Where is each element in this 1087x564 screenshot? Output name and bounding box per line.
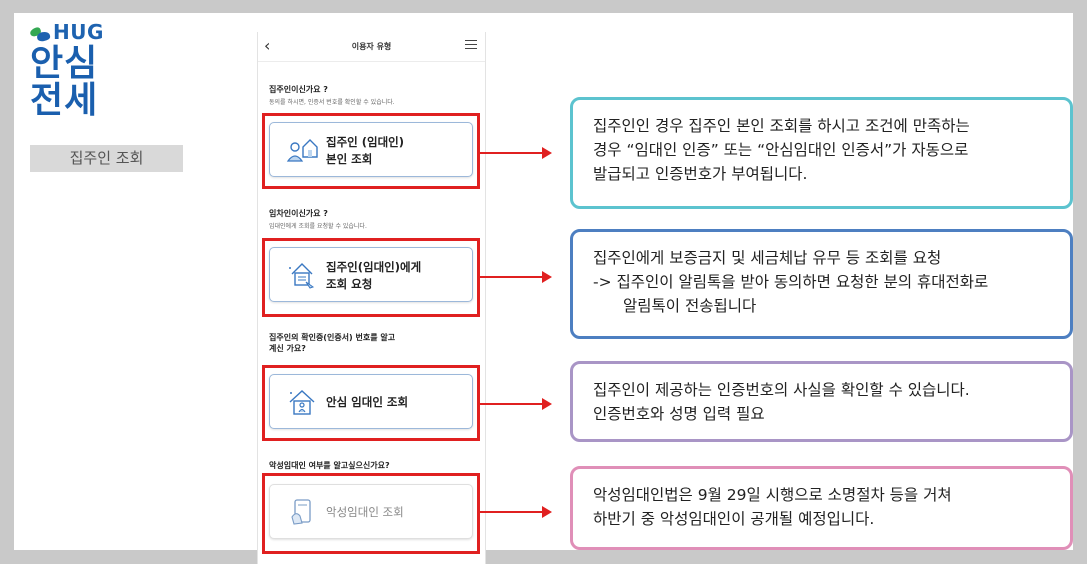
section-certificate: 집주인의 확인증(인증서) 번호를 알고 계신 가요? [269,332,479,354]
note-line: 경우 “임대인 인증” 또는 “안심임대인 인증서”가 자동으로 [593,141,969,159]
note-landlord-self-check: 집주인인 경우 집주인 본인 조회를 하시고 조건에 만족하는 경우 “임대인 … [570,97,1073,209]
section-question: 집주인이신가요 ? [269,85,328,94]
section-malicious-landlord: 악성임대인 여부를 알고싶으신가요? [269,460,479,471]
note-line: -> 집주인이 알림톡을 받아 동의하면 요청한 분의 휴대전화로 [593,273,989,291]
arrow-right-icon [480,506,552,518]
brand-title-line1: 안심 [30,43,99,84]
section-question-line1: 집주인의 확인증(인증서) 번호를 알고 [269,333,396,342]
highlight-box-3 [262,365,480,441]
brand-title: 안심 전세 [30,45,104,119]
note-safe-landlord: 집주인이 제공하는 인증번호의 사실을 확인할 수 있습니다. 인증번호와 성명… [570,361,1073,442]
brand-title-line2: 전세 [30,80,99,121]
highlight-box-4 [262,473,480,554]
hamburger-menu-icon[interactable] [465,40,477,49]
note-line: 집주인에게 보증금지 및 세금체납 유무 등 조회를 요청 [593,249,942,267]
note-malicious-landlord: 악성임대인법은 9월 29일 시행으로 소명절차 등을 거쳐 하반기 중 악성임… [570,466,1073,550]
section-question: 악성임대인 여부를 알고싶으신가요? [269,461,390,470]
highlight-box-1 [262,113,480,189]
hug-logo: HUG [28,20,104,44]
section-tenant: 임차인이신가요 ? 임대인에게 조회를 요청할 수 있습니다. [269,208,479,230]
note-line: 집주인이 제공하는 인증번호의 사실을 확인할 수 있습니다. [593,381,970,399]
arrow-right-icon [480,147,552,159]
note-tenant-request: 집주인에게 보증금지 및 세금체납 유무 등 조회를 요청 -> 집주인이 알림… [570,229,1073,339]
brand-block: HUG 안심 전세 [28,20,104,119]
section-question: 임차인이신가요 ? [269,209,328,218]
highlight-box-2 [262,238,480,317]
note-line: 알림톡이 전송됩니다 [623,297,757,315]
note-line: 악성임대인법은 9월 29일 시행으로 소명절차 등을 거쳐 [593,486,952,504]
hug-logo-icon [28,26,52,43]
screen-title: 이용자 유형 [351,42,392,51]
arrow-right-icon [480,271,552,283]
section-landlord: 집주인이신가요 ? 동의를 하시면, 인증서 번호를 확인할 수 있습니다. [269,84,479,106]
note-line: 하반기 중 악성임대인이 공개될 예정입니다. [593,510,875,528]
page-label: 집주인 조회 [30,145,183,172]
note-line: 집주인인 경우 집주인 본인 조회를 하시고 조건에 만족하는 [593,117,970,135]
section-question-line2: 계신 가요? [269,344,306,353]
section-subtext: 동의를 하시면, 인증서 번호를 확인할 수 있습니다. [269,99,395,106]
top-bar: ‹ 이용자 유형 [258,32,485,62]
note-line: 인증번호와 성명 입력 필요 [593,405,765,423]
note-line: 발급되고 인증번호가 부여됩니다. [593,165,808,183]
hug-logo-text: HUG [53,20,104,44]
section-subtext: 임대인에게 조회를 요청할 수 있습니다. [269,223,367,230]
arrow-right-icon [480,398,552,410]
